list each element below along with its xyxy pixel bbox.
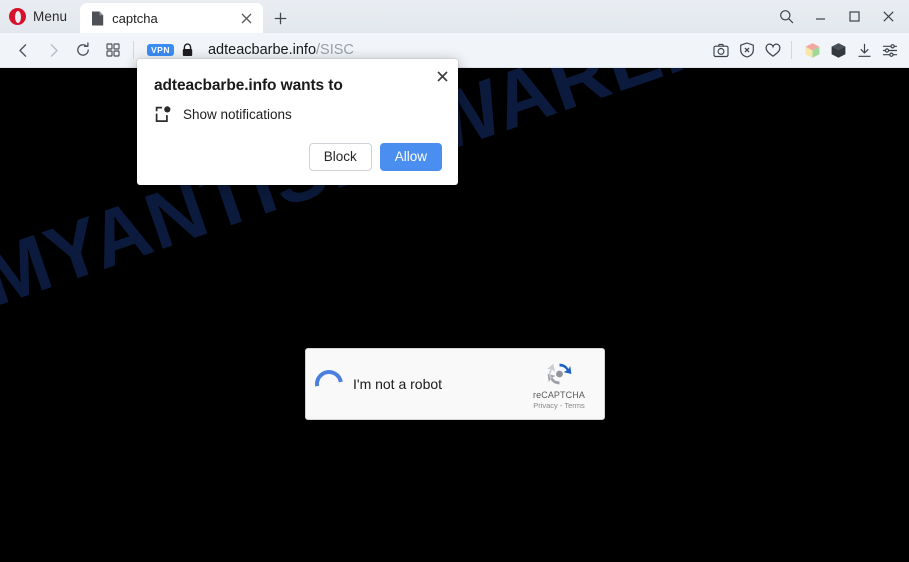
- tab-close-icon[interactable]: [238, 10, 255, 27]
- url-display[interactable]: adteacbarbe.info/SISC: [208, 42, 354, 58]
- recaptcha-checkbox-area[interactable]: I'm not a robot: [306, 364, 520, 404]
- notification-permission-icon: [154, 105, 173, 124]
- forward-button[interactable]: [38, 36, 68, 64]
- recaptcha-legal-links[interactable]: Privacy - Terms: [533, 401, 585, 410]
- menu-button-label: Menu: [33, 9, 68, 24]
- heart-icon[interactable]: [760, 36, 786, 64]
- camera-snapshot-icon[interactable]: [708, 36, 734, 64]
- opera-logo-icon: [9, 8, 26, 25]
- maximize-icon[interactable]: [837, 1, 871, 32]
- reload-button[interactable]: [68, 36, 98, 64]
- dialog-actions: Block Allow: [308, 142, 442, 171]
- url-path: /SISC: [316, 42, 354, 58]
- opera-menu-button[interactable]: Menu: [0, 0, 78, 33]
- crypto-wallet-cube-icon[interactable]: [825, 36, 851, 64]
- dialog-title: adteacbarbe.info wants to: [154, 77, 343, 94]
- new-tab-button[interactable]: [265, 3, 295, 33]
- lock-icon[interactable]: [181, 43, 194, 57]
- tab-captcha[interactable]: captcha: [80, 3, 264, 33]
- recaptcha-loading-spinner[interactable]: [309, 364, 349, 404]
- recaptcha-label: I'm not a robot: [353, 376, 443, 392]
- minimize-icon[interactable]: [803, 1, 837, 32]
- close-window-icon[interactable]: [871, 1, 905, 32]
- recaptcha-logo-icon: [543, 359, 576, 389]
- rubik-cube-icon[interactable]: [799, 36, 825, 64]
- tab-strip: Menu captcha: [0, 0, 909, 33]
- search-icon[interactable]: [769, 1, 803, 32]
- permission-row: Show notifications: [154, 105, 292, 124]
- page-document-icon: [91, 11, 104, 26]
- notification-permission-dialog: adteacbarbe.info wants to Show notificat…: [137, 59, 458, 185]
- easy-setup-sliders-icon[interactable]: [877, 36, 903, 64]
- browser-window: Menu captcha VPN adteacbarbe.info/SISC M…: [0, 0, 909, 562]
- dialog-close-icon[interactable]: [433, 67, 451, 85]
- recaptcha-brand-label: reCAPTCHA: [533, 389, 585, 400]
- toolbar-actions: [708, 36, 903, 64]
- url-host: adteacbarbe.info: [207, 42, 317, 58]
- window-controls: [769, 0, 909, 33]
- toolbar-divider-2: [791, 41, 792, 59]
- vpn-badge[interactable]: VPN: [147, 43, 174, 57]
- back-button[interactable]: [8, 36, 38, 64]
- block-button[interactable]: Block: [308, 142, 372, 171]
- tab-title: captcha: [112, 10, 158, 26]
- adblock-shield-icon[interactable]: [734, 36, 760, 64]
- recaptcha-widget[interactable]: I'm not a robot reCAPTCHA Privacy - Term…: [305, 348, 605, 420]
- permission-label: Show notifications: [183, 107, 292, 122]
- allow-button[interactable]: Allow: [379, 142, 442, 171]
- download-icon[interactable]: [851, 36, 877, 64]
- recaptcha-branding: reCAPTCHA Privacy - Terms: [520, 359, 604, 410]
- toolbar-divider: [133, 41, 134, 59]
- speed-dial-button[interactable]: [98, 36, 128, 64]
